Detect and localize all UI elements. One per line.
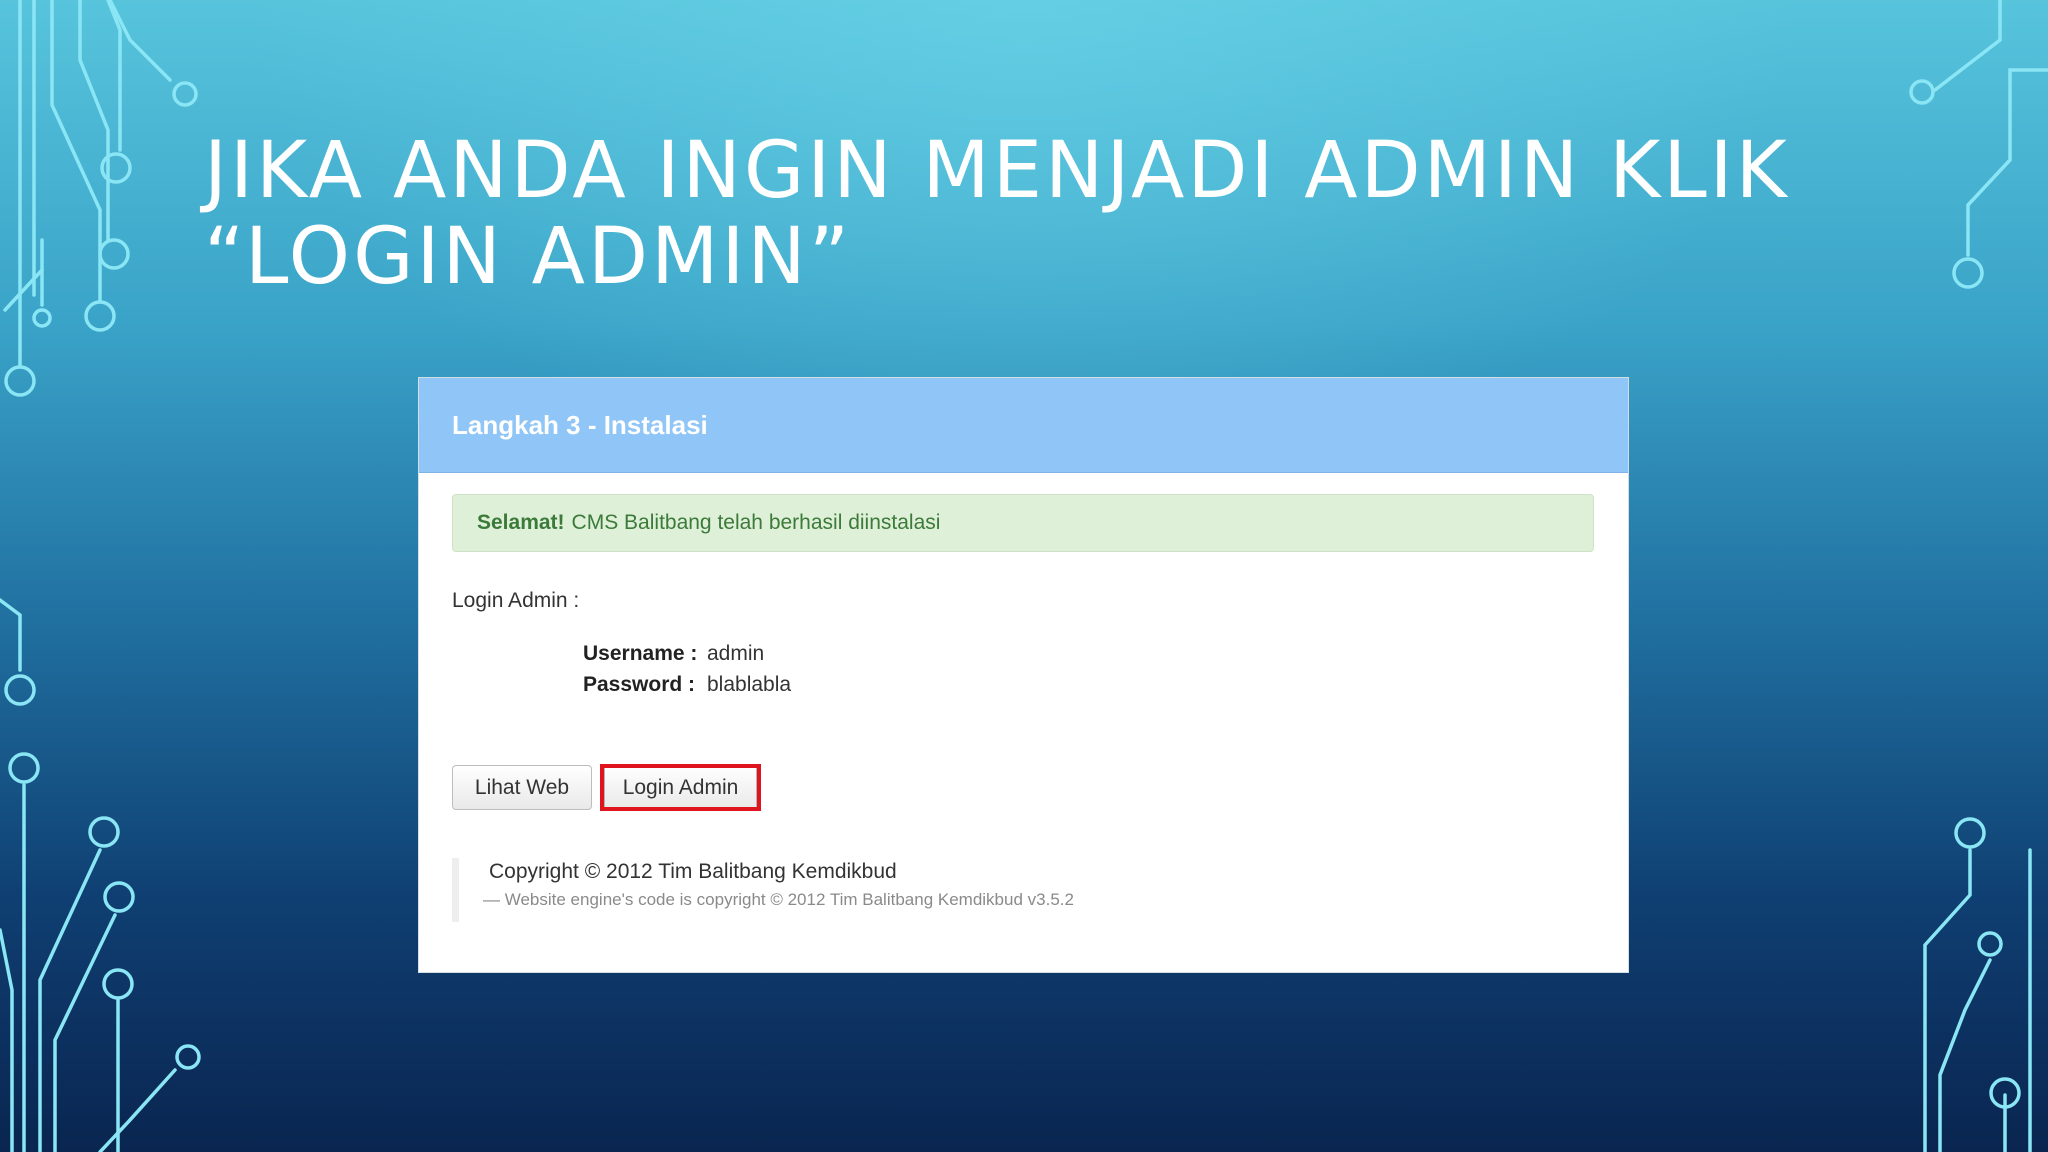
view-web-button[interactable]: Lihat Web [452, 765, 592, 810]
slide-title-line-2: “Login Admin” [204, 212, 853, 302]
password-row: Password : blablabla [583, 673, 791, 697]
alert-message: CMS Balitbang telah berhasil diinstalasi [571, 511, 941, 534]
alert-strong-text: Selamat! [477, 511, 565, 534]
copyright-text: Copyright © 2012 Tim Balitbang Kemdikbud [489, 860, 897, 883]
login-admin-label: Login Admin : [452, 589, 580, 612]
password-value: blablabla [707, 673, 792, 696]
success-alert: Selamat! CMS Balitbang telah berhasil di… [452, 494, 1594, 552]
copyright-block: Copyright © 2012 Tim Balitbang Kemdikbud… [452, 858, 1074, 922]
panel-title: Langkah 3 - Instalasi [452, 409, 708, 440]
slide-title: Jika anda ingin menjadi admin klik “Logi… [204, 128, 1904, 300]
login-admin-button[interactable]: Login Admin [604, 765, 757, 810]
username-value: admin [707, 642, 765, 665]
engine-copyright-text: — Website engine's code is copyright © 2… [483, 890, 1074, 909]
install-panel: Langkah 3 - Instalasi Selamat! CMS Balit… [418, 377, 1629, 973]
slide-title-line-1: Jika anda ingin menjadi admin klik [204, 126, 1790, 216]
username-label: Username : [583, 642, 698, 665]
username-row: Username : admin [583, 642, 764, 666]
password-label: Password : [583, 673, 696, 696]
panel-heading: Langkah 3 - Instalasi [419, 378, 1628, 473]
